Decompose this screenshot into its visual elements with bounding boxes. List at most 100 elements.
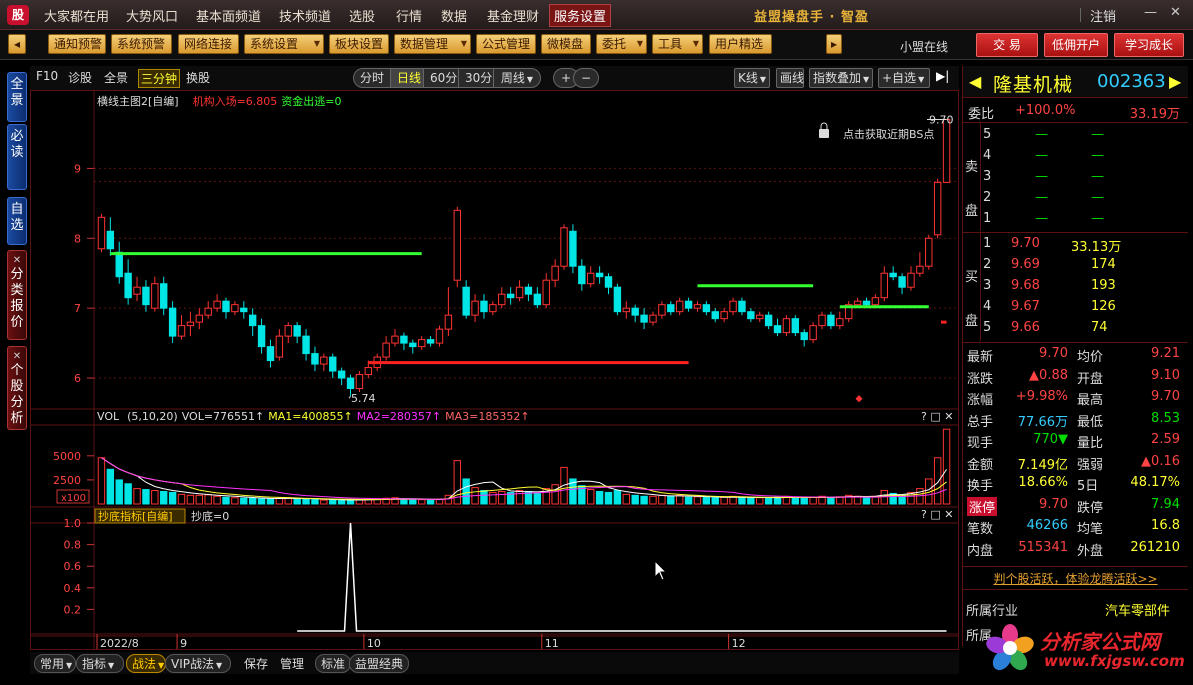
- candle-body[interactable]: [97, 216, 106, 250]
- volume-bar[interactable]: [213, 495, 221, 505]
- volume-bar[interactable]: [631, 494, 639, 505]
- volume-bar[interactable]: [515, 490, 524, 505]
- next-stock-icon[interactable]: ▶: [1169, 72, 1181, 91]
- candle-body[interactable]: [391, 335, 399, 344]
- volume-bar[interactable]: [248, 497, 257, 505]
- menu-item[interactable]: 数据: [441, 6, 467, 25]
- volume-bar[interactable]: [764, 497, 773, 505]
- volume-bar[interactable]: [142, 489, 150, 505]
- menu-item[interactable]: 基金理财: [487, 6, 539, 25]
- candle-body[interactable]: [631, 307, 639, 316]
- candle-body[interactable]: [462, 286, 470, 316]
- candle-body[interactable]: [542, 279, 550, 306]
- volume-bar[interactable]: [480, 490, 488, 505]
- side-tab[interactable]: 全景: [7, 72, 27, 122]
- candle-body[interactable]: [613, 286, 622, 313]
- volume-bar[interactable]: [756, 497, 764, 505]
- toolbar-button[interactable]: 通知预警: [48, 34, 106, 54]
- volume-bar[interactable]: [933, 457, 942, 505]
- volume-bar[interactable]: [177, 493, 186, 505]
- candle-body[interactable]: [124, 272, 132, 299]
- candle-body[interactable]: [115, 251, 123, 278]
- kline-chart[interactable]: 9 8 7 6 横线主图2[自编] 机构入场=6.805 资金出逃=0 9.70 5.74 点击获…: [31, 91, 1037, 650]
- volume-bar[interactable]: [115, 479, 123, 505]
- candle-body[interactable]: [658, 304, 666, 316]
- volume-bar[interactable]: [355, 499, 364, 505]
- chart-tool-1[interactable]: 诊股: [68, 69, 92, 86]
- learn-button[interactable]: 学习成长: [1114, 33, 1184, 57]
- volume-bar[interactable]: [658, 494, 666, 505]
- candle-body[interactable]: [836, 318, 844, 327]
- candle-body[interactable]: [720, 311, 728, 320]
- volume-bar[interactable]: [622, 493, 631, 505]
- volume-bar[interactable]: [551, 484, 559, 505]
- volume-bar[interactable]: [417, 499, 426, 505]
- online-assistant[interactable]: 小盟在线: [900, 38, 948, 55]
- candle-body[interactable]: [569, 230, 577, 267]
- candle-body[interactable]: [942, 118, 951, 183]
- candle-body[interactable]: [435, 328, 444, 344]
- candle-body[interactable]: [231, 304, 239, 313]
- menu-item[interactable]: 技术频道: [279, 6, 331, 25]
- candle-body[interactable]: [195, 314, 204, 323]
- candle-body[interactable]: [311, 353, 319, 365]
- volume-bar[interactable]: [595, 490, 604, 505]
- candle-body[interactable]: [756, 314, 764, 320]
- volume-bar[interactable]: [329, 499, 337, 505]
- candle-body[interactable]: [444, 314, 453, 330]
- candle-body[interactable]: [711, 311, 719, 320]
- volume-bar[interactable]: [560, 466, 568, 505]
- volume-bar[interactable]: [800, 497, 808, 505]
- candle-body[interactable]: [417, 339, 426, 348]
- volume-bar[interactable]: [640, 495, 648, 505]
- volume-bar[interactable]: [293, 498, 301, 505]
- candle-body[interactable]: [329, 356, 337, 372]
- candle-body[interactable]: [649, 314, 657, 323]
- candle-body[interactable]: [364, 367, 373, 376]
- toolbar-button[interactable]: 公式管理: [476, 34, 536, 54]
- volume-bar[interactable]: [862, 496, 871, 505]
- volume-bar[interactable]: [684, 496, 693, 505]
- volume-bar[interactable]: [168, 491, 177, 505]
- volume-bar[interactable]: [204, 494, 212, 505]
- volume-bar[interactable]: [675, 494, 684, 505]
- bottom-menu[interactable]: VIP战法 ▼: [165, 654, 231, 673]
- candle-body[interactable]: [738, 300, 746, 313]
- candle-body[interactable]: [213, 300, 221, 309]
- volume-bar[interactable]: [231, 497, 239, 505]
- candle-body[interactable]: [168, 307, 177, 337]
- menu-item[interactable]: 服务设置: [549, 4, 612, 27]
- side-tab[interactable]: ✕ 分类报价: [7, 250, 27, 340]
- app-logo[interactable]: 股: [7, 5, 29, 25]
- candle-body[interactable]: [186, 321, 195, 327]
- candle-body[interactable]: [916, 265, 924, 274]
- candle-body[interactable]: [471, 300, 479, 316]
- period-tab[interactable]: 日线: [390, 68, 424, 88]
- candle-body[interactable]: [747, 311, 755, 320]
- toolbar-button[interactable]: 板块设置: [329, 34, 389, 54]
- volume-bar[interactable]: [266, 498, 275, 505]
- chart-area[interactable]: 9 8 7 6 横线主图2[自编] 机构入场=6.805 资金出逃=0 9.70 5.74 点击获…: [30, 90, 1037, 650]
- candle-body[interactable]: [151, 283, 159, 309]
- period-tab[interactable]: 周线 ▼: [493, 68, 541, 88]
- candle-body[interactable]: [257, 325, 266, 348]
- toolbar-button[interactable]: 系统预警: [111, 34, 172, 54]
- volume-bar[interactable]: [151, 490, 159, 505]
- candle-body[interactable]: [587, 272, 595, 285]
- volume-bar[interactable]: [720, 496, 728, 505]
- bottom-menu[interactable]: 战法 ▼: [126, 654, 166, 673]
- candle-body[interactable]: [551, 265, 559, 281]
- close-icon[interactable]: ✕: [1170, 5, 1181, 20]
- volume-bar[interactable]: [106, 468, 115, 505]
- chart-tool-2[interactable]: 全景: [104, 69, 128, 86]
- volume-bar[interactable]: [738, 497, 746, 505]
- candle-body[interactable]: [275, 335, 284, 358]
- candle-body[interactable]: [240, 307, 248, 313]
- chart-option[interactable]: 指数叠加 ▼: [809, 68, 873, 88]
- candle-body[interactable]: [800, 332, 808, 341]
- volume-bar[interactable]: [498, 490, 506, 505]
- candle-body[interactable]: [827, 314, 835, 327]
- candle-body[interactable]: [729, 300, 737, 313]
- candle-body[interactable]: [248, 314, 257, 327]
- candle-body[interactable]: [302, 335, 310, 355]
